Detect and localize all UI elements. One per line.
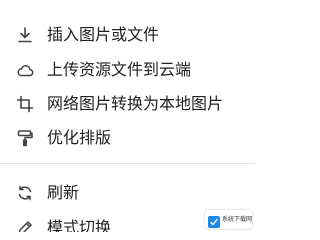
- menu-item-label: 上传资源文件到云端: [47, 60, 192, 79]
- menu-item-refresh[interactable]: 刷新: [0, 178, 255, 208]
- menu-item-label: 优化排版: [47, 128, 112, 147]
- watermark-badge: 系统下载网: [205, 210, 252, 229]
- menu-item-label: 刷新: [47, 183, 80, 202]
- menu-divider: [0, 163, 255, 164]
- menu-item-optimize-layout[interactable]: 优化排版: [0, 123, 255, 153]
- refresh-icon: [15, 183, 35, 203]
- menu-item-label: 模式切换: [47, 218, 112, 232]
- paint-roller-icon: [15, 128, 35, 148]
- context-menu: ••• 插入图片或文件 上传资源文件到云端 网络图片转换为本地图片: [0, 0, 255, 232]
- menu-item-label: 插入图片或文件: [47, 25, 160, 44]
- menu-item-label: 网络图片转换为本地图片: [47, 94, 224, 113]
- crop-icon: [15, 94, 35, 114]
- watermark-text: 系统下载网: [222, 216, 253, 223]
- pencil-icon: [15, 218, 35, 232]
- site-logo-icon: [208, 213, 220, 228]
- more-options-icon[interactable]: •••: [227, 0, 250, 5]
- menu-item-upload-to-cloud[interactable]: 上传资源文件到云端: [0, 55, 255, 85]
- cloud-icon: [15, 60, 35, 80]
- menu-item-insert-image-or-file[interactable]: 插入图片或文件: [0, 20, 255, 50]
- download-icon: [15, 25, 35, 45]
- menu-item-convert-network-image[interactable]: 网络图片转换为本地图片: [0, 89, 255, 119]
